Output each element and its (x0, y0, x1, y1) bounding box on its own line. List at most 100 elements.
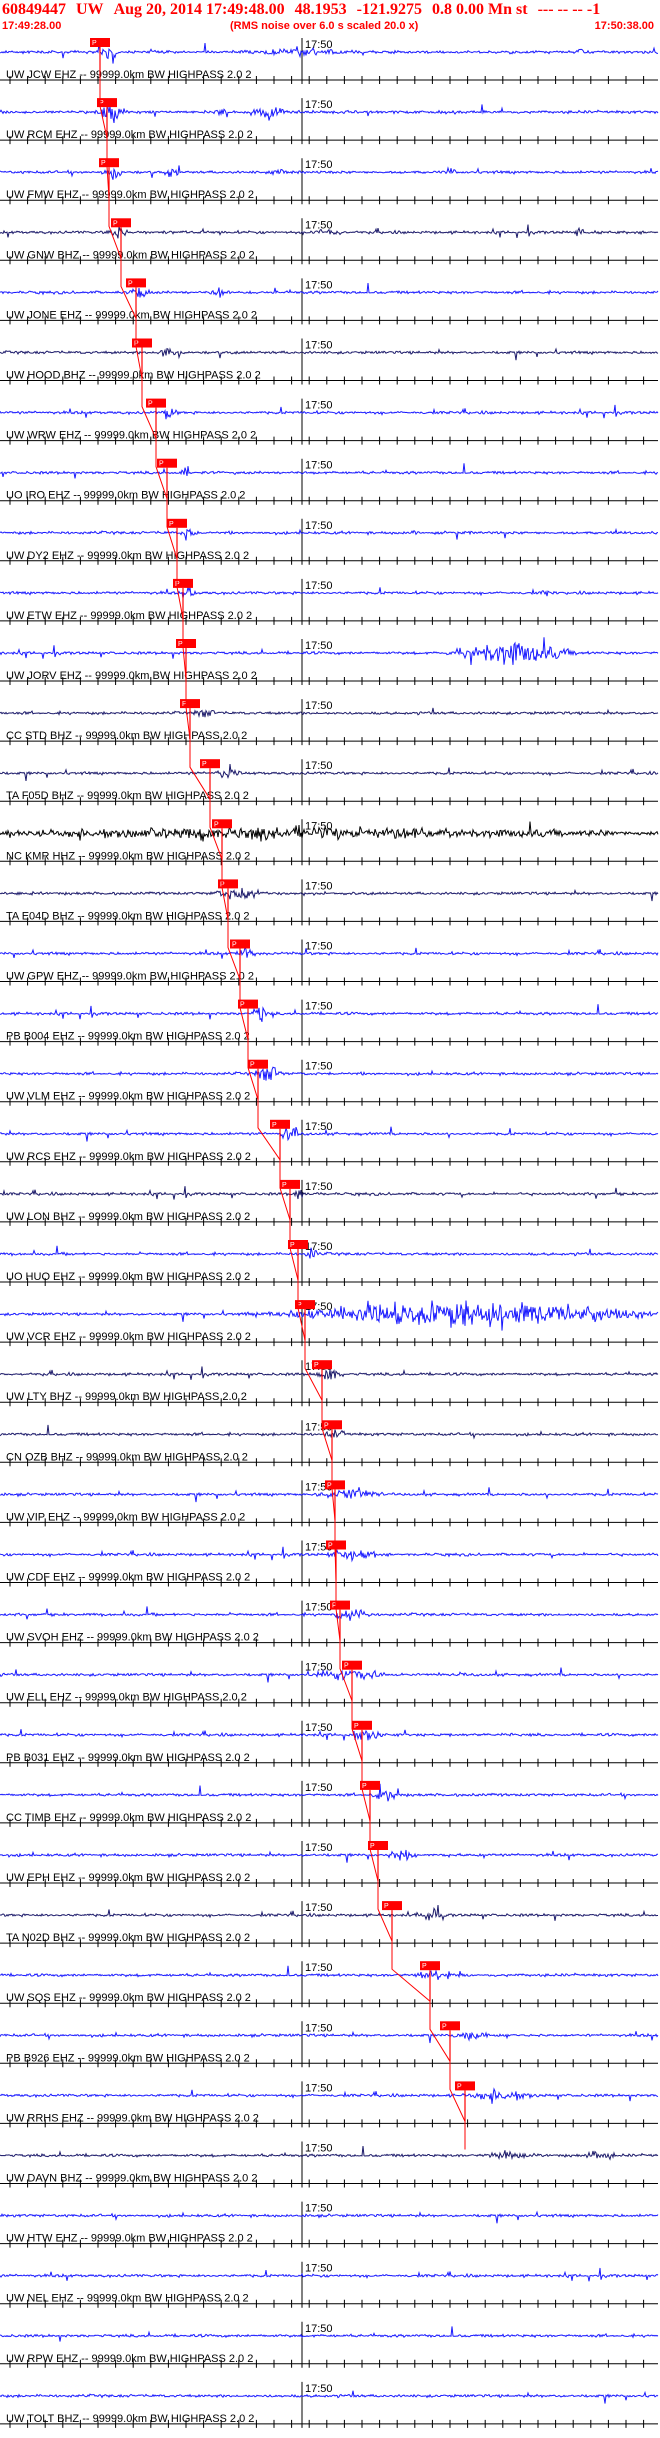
pick-label: P (148, 401, 153, 408)
trace-label: UW VCR EHZ -- 99999.0km BW HIGHPASS 2.0 … (6, 1331, 251, 1343)
pick-label: P (202, 761, 207, 768)
trace-label: CN OZB BHZ -- 99999.0km BW HIGHPASS 2.0 … (6, 1451, 248, 1463)
trace-label: TA N02D BHZ -- 99999.0km BW HIGHPASS 2.0… (6, 1932, 250, 1944)
pick-label: P (314, 1362, 319, 1369)
pick-label: P (113, 220, 118, 227)
trace-label: UW SVOH EHZ -- 99999.0km BW HIGHPASS 2.0… (6, 1632, 259, 1644)
minute-label: 17:50 (305, 1181, 333, 1193)
trace-label: UW DAVN BHZ -- 99999.0km BW HIGHPASS 2.0… (6, 2173, 257, 2185)
pick-label: P (178, 641, 183, 648)
minute-label: 17:50 (305, 1241, 333, 1253)
minute-label: 17:50 (305, 2143, 333, 2155)
minute-label: 17:50 (305, 941, 333, 953)
minute-label: 17:50 (305, 700, 333, 712)
trace-label: UW EPH EHZ -- 99999.0km BW HIGHPASS 2.0 … (6, 1872, 250, 1884)
pick-label: P (240, 1002, 245, 1009)
moveout-line (99, 78, 466, 2150)
pick-label: P (328, 1543, 333, 1550)
pick-label: P (128, 280, 133, 287)
trace-label: UO IRO EHZ -- 99999.0km BW HIGHPASS 2.0 … (6, 490, 245, 502)
trace-label: UW CDF EHZ -- 99999.0km BW HIGHPASS 2.0 … (6, 1572, 250, 1584)
trace-label: PB B926 EHZ -- 99999.0km BW HIGHPASS 2.0… (6, 2052, 250, 2064)
trace-label: TA E04D BHZ -- 99999.0km BW HIGHPASS 2.0… (6, 910, 250, 922)
pick-label: P (282, 1182, 287, 1189)
minute-label: 17:50 (305, 520, 333, 532)
pick-label: P (384, 1903, 389, 1910)
trace-label: UW ETW EHZ -- 99999.0km BW HIGHPASS 2.0 … (6, 610, 252, 622)
pick-label: P (214, 821, 219, 828)
pick-label: P (250, 1062, 255, 1069)
trace-label: UW VIP EHZ -- 99999.0km BW HIGHPASS 2.0 … (6, 1511, 245, 1523)
trace-label: CC TIMB EHZ -- 99999.0km BW HIGHPASS 2.0… (6, 1812, 251, 1824)
minute-label: 17:50 (305, 1001, 333, 1013)
minute-label: 17:50 (305, 1902, 333, 1914)
pick-label: P (232, 942, 237, 949)
minute-label: 17:50 (305, 219, 333, 231)
minute-label: 17:50 (305, 760, 333, 772)
pick-label: P (370, 1843, 375, 1850)
pick-label: P (327, 1482, 332, 1489)
minute-label: 17:50 (305, 1061, 333, 1073)
trace-label: UW LON BHZ -- 99999.0km BW HIGHPASS 2.0 … (6, 1211, 250, 1223)
minute-label: 17:50 (305, 2323, 333, 2335)
minute-label: 17:50 (305, 340, 333, 352)
waveform (0, 2210, 659, 2224)
minute-label: 17:50 (305, 1962, 333, 1974)
seismogram-page: 60849447 UW Aug 20, 2014 17:49:48.00 48.195… (0, 0, 660, 2438)
minute-label: 17:50 (305, 2383, 333, 2395)
minute-label: 17:50 (305, 1842, 333, 1854)
minute-label: 17:50 (305, 1722, 333, 1734)
trace-label: UW RPW EHZ -- 99999.0km BW HIGHPASS 2.0 … (6, 2353, 253, 2365)
trace-label: UW HTW EHZ -- 99999.0km BW HIGHPASS 2.0 … (6, 2233, 253, 2245)
trace-label: UW RCM EHZ -- 99999.0km BW HIGHPASS 2.0 … (6, 129, 253, 141)
trace-label: UO HUO EHZ -- 99999.0km BW HIGHPASS 2.0 … (6, 1271, 250, 1283)
trace-label: PB B004 EHZ -- 99999.0km BW HIGHPASS 2.0… (6, 1031, 250, 1043)
minute-label: 17:50 (305, 1121, 333, 1133)
pick-label: P (92, 40, 97, 47)
minute-label: 17:50 (305, 39, 333, 51)
pick-label: P (324, 1422, 329, 1429)
trace-label: NC KMR HHZ -- 99999.0km BW HIGHPASS 2.0 … (6, 850, 250, 862)
trace-label: PB B031 EHZ -- 99999.0km BW HIGHPASS 2.0… (6, 1752, 250, 1764)
trace-label: UW JCW EHZ -- 99999.0km BW HIGHPASS 2.0 … (6, 69, 252, 81)
minute-label: 17:50 (305, 880, 333, 892)
trace-label: UW WRW EHZ -- 99999.0km BW HIGHPASS 2.0 … (6, 430, 256, 442)
pick-label: P (354, 1723, 359, 1730)
record-section-plot: 17:50 UW JCW EHZ -- 99999.0km BW HIGHPASS… (0, 38, 659, 2428)
trace-label: CC STD BHZ -- 99999.0km BW HIGHPASS 2.0 … (6, 730, 247, 742)
trace-label: UW HOOD BHZ -- 99999.0km BW HIGHPASS 2.0… (6, 370, 261, 382)
pick-label: P (290, 1242, 295, 1249)
trace-label: UW JORV EHZ -- 99999.0km BW HIGHPASS 2.0… (6, 670, 257, 682)
minute-label: 17:50 (305, 159, 333, 171)
minute-label: 17:50 (305, 279, 333, 291)
minute-label: 17:50 (305, 99, 333, 111)
pick-label: P (159, 461, 164, 468)
pick-label: P (442, 2023, 447, 2030)
trace-label: UW ELL EHZ -- 99999.0km BW HIGHPASS 2.0 … (6, 1692, 247, 1704)
pick-label: P (362, 1783, 367, 1790)
trace-label: UW FMW EHZ -- 99999.0km BW HIGHPASS 2.0 … (6, 189, 254, 201)
pick-label: P (457, 2083, 462, 2090)
pick-label: P (101, 160, 106, 167)
minute-label: 17:50 (305, 1602, 333, 1614)
trace-label: UW SQS EHZ -- 99999.0km BW HIGHPASS 2.0 … (6, 1992, 251, 2004)
trace-label: UW GNW BHZ -- 99999.0km BW HIGHPASS 2.0 … (6, 249, 255, 261)
trace-label: UW VLM EHZ -- 99999.0km BW HIGHPASS 2.0 … (6, 1091, 250, 1103)
minute-label: 17:50 (305, 2263, 333, 2275)
minute-label: 17:50 (305, 400, 333, 412)
minute-label: 17:50 (305, 1662, 333, 1674)
trace-label: UW RCS EHZ -- 99999.0km BW HIGHPASS 2.0 … (6, 1151, 251, 1163)
minute-label: 17:50 (305, 1782, 333, 1794)
pick-label: P (169, 521, 174, 528)
pick-label: P (272, 1122, 277, 1129)
minute-label: 17:50 (305, 640, 333, 652)
minute-label: 17:50 (305, 2203, 333, 2215)
pick-label: P (422, 1963, 427, 1970)
trace-label: UW NEL EHZ -- 99999.0km BW HIGHPASS 2.0 … (6, 2293, 249, 2305)
trace-label: UW JONE EHZ -- 99999.0km BW HIGHPASS 2.0… (6, 309, 257, 321)
trace-label: UW DY2 EHZ -- 99999.0km BW HIGHPASS 2.0 … (6, 550, 249, 562)
minute-label: 17:50 (305, 460, 333, 472)
trace-label: TA F05D BHZ -- 99999.0km BW HIGHPASS 2.0… (6, 790, 249, 802)
minute-label: 17:50 (305, 2022, 333, 2034)
pick-label: P (344, 1663, 349, 1670)
